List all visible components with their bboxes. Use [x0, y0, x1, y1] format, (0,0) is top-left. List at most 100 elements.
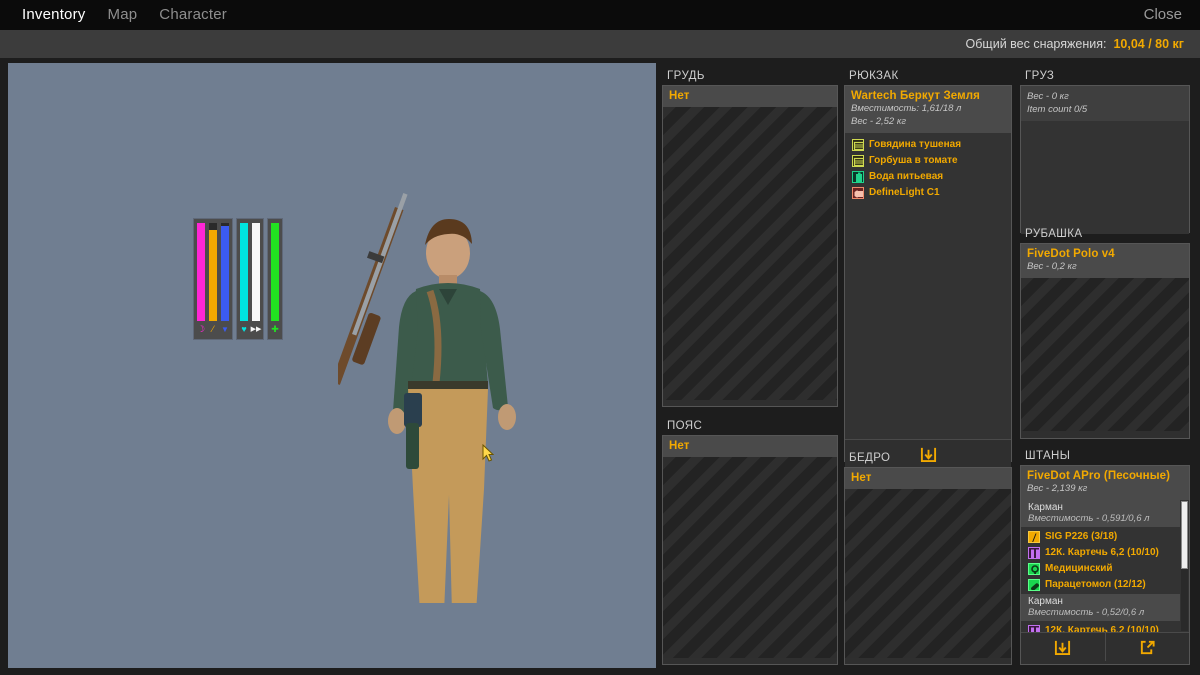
unequip-button[interactable]: [1104, 633, 1190, 661]
list-item-label: SIG P226 (3/18): [1045, 531, 1118, 542]
slot-thigh-box[interactable]: Нет: [844, 467, 1012, 665]
shotgun-shells-icon: [1028, 546, 1040, 559]
character-model: [338, 193, 516, 603]
pocket-name: Карман: [1028, 502, 1063, 513]
slot-belt-hatch[interactable]: [663, 457, 837, 658]
slot-belt-title: ПОЯС: [667, 420, 703, 432]
list-item[interactable]: SIG P226 (3/18): [1021, 529, 1180, 545]
slot-shirt-title: РУБАШКА: [1025, 228, 1083, 240]
slot-backpack: РЮКЗАК Wartech Беркут Земля Вместимость:…: [844, 68, 1012, 468]
slot-cargo: ГРУЗ Вес - 0 кг Item count 0/5: [1020, 68, 1190, 234]
tab-character[interactable]: Character: [159, 0, 227, 30]
slot-pants-header[interactable]: FiveDot APro (Песочные) Вес - 2,139 кг: [1021, 466, 1189, 500]
slot-chest-title: ГРУДЬ: [667, 70, 705, 82]
pocket-items-list[interactable]: 12К. Картечь 6,2 (10/10) Эластичный бинт: [1021, 621, 1180, 632]
pants-scrollbar-thumb[interactable]: [1181, 501, 1188, 569]
slot-thigh-title: БЕДРО: [849, 452, 891, 464]
needs-group: ☽ ⁄ ▼: [193, 218, 233, 340]
total-weight-bar: Общий вес снаряжения: 10,04 / 80 кг: [0, 30, 1200, 58]
pills-icon: [1028, 578, 1040, 591]
backpack-weight: Вес - 2,52 кг: [851, 116, 907, 127]
food-icon: ⁄: [212, 324, 214, 334]
list-item-label: Горбуша в томате: [869, 155, 958, 166]
pocket-header: Карман Вместимость - 0,52/0,6 л: [1021, 594, 1180, 621]
shirt-weight: Вес - 0,2 кг: [1027, 261, 1077, 272]
vitals-group: ♥ ▶▶: [236, 218, 264, 340]
slot-cargo-header: Вес - 0 кг Item count 0/5: [1021, 86, 1189, 121]
slot-thigh-hatch[interactable]: [845, 489, 1011, 658]
canned-fish-icon: [852, 154, 864, 167]
pocket-name: Карман: [1028, 596, 1063, 607]
inventory-screen: Inventory Map Character Close Общий вес …: [0, 0, 1200, 675]
list-item-label: 12К. Картечь 6,2 (10/10): [1045, 625, 1159, 632]
list-item[interactable]: Парацетомол (12/12): [1021, 577, 1180, 593]
pocket-capacity: Вместимость - 0,52/0,6 л: [1028, 607, 1145, 618]
total-weight-label: Общий вес снаряжения:: [965, 37, 1107, 51]
food-bar: ⁄: [209, 223, 217, 335]
pocket-capacity: Вместимость - 0,591/0,6 л: [1028, 513, 1150, 524]
list-item[interactable]: Горбуша в томате: [845, 153, 1011, 169]
slot-shirt-header[interactable]: FiveDot Polo v4 Вес - 0,2 кг: [1021, 244, 1189, 278]
sleep-bar: ☽: [197, 223, 205, 335]
slot-belt-header: Нет: [663, 436, 837, 457]
slot-chest: ГРУДЬ Нет: [662, 68, 838, 407]
slot-chest-header: Нет: [663, 86, 837, 107]
slot-shirt-hatch[interactable]: [1021, 278, 1189, 431]
list-item-label: Вода питьевая: [869, 171, 944, 182]
water-bar: ▼: [221, 223, 229, 335]
condition-group: ✚: [267, 218, 283, 340]
pants-pockets-scroll[interactable]: Карман Вместимость - 0,591/0,6 л SIG P22…: [1021, 500, 1189, 632]
slot-shirt-box[interactable]: FiveDot Polo v4 Вес - 0,2 кг: [1020, 243, 1190, 439]
tab-map[interactable]: Map: [108, 0, 138, 30]
list-item[interactable]: Медицинский: [1021, 561, 1180, 577]
list-item[interactable]: 12К. Картечь 6,2 (10/10): [1021, 623, 1180, 632]
slot-pants: ШТАНЫ FiveDot APro (Песочные) Вес - 2,13…: [1020, 448, 1190, 665]
backpack-item-name: Wartech Беркут Земля: [851, 90, 980, 102]
slot-belt-box[interactable]: Нет: [662, 435, 838, 665]
slot-cargo-box[interactable]: Вес - 0 кг Item count 0/5: [1020, 85, 1190, 234]
moon-icon: ☽: [196, 324, 206, 334]
slot-chest-empty-label: Нет: [669, 90, 690, 102]
backpack-contents-list[interactable]: Говядина тушеная Горбуша в томате Вода п…: [845, 133, 1011, 439]
energy-bar: ✚: [271, 223, 279, 335]
total-weight-value: 10,04 / 80 кг: [1113, 37, 1184, 51]
drop-button[interactable]: [1021, 633, 1105, 661]
list-item-label: 12К. Картечь 6,2 (10/10): [1045, 547, 1159, 558]
slot-chest-hatch[interactable]: [663, 107, 837, 400]
slot-thigh-empty-label: Нет: [851, 472, 872, 484]
slot-shirt: РУБАШКА FiveDot Polo v4 Вес - 0,2 кг: [1020, 226, 1190, 439]
pants-scrollbar-track[interactable]: [1181, 501, 1188, 631]
mouse-cursor-arrow: [482, 444, 494, 462]
slot-backpack-header[interactable]: Wartech Беркут Земля Вместимость: 1,61/1…: [845, 86, 1011, 133]
pocket-header: Карман Вместимость - 0,591/0,6 л: [1021, 500, 1180, 527]
slot-pants-box[interactable]: FiveDot APro (Песочные) Вес - 2,139 кг К…: [1020, 465, 1190, 665]
medkit-icon: [1028, 562, 1040, 575]
water-bottle-icon: [852, 170, 864, 183]
stamina-icon: ▶▶: [250, 326, 262, 333]
pants-weight: Вес - 2,139 кг: [1027, 483, 1088, 494]
slot-chest-box[interactable]: Нет: [662, 85, 838, 407]
cargo-weight: Вес - 0 кг: [1027, 91, 1069, 102]
tab-inventory[interactable]: Inventory: [22, 0, 86, 30]
plus-icon: ✚: [271, 324, 279, 334]
list-item[interactable]: Вода питьевая: [845, 169, 1011, 185]
box-arrow-down-icon: [1055, 640, 1071, 655]
cargo-item-count: Item count 0/5: [1027, 104, 1088, 115]
status-bars-widget: ☽ ⁄ ▼ ♥ ▶▶ ✚: [193, 218, 288, 340]
slot-pants-title: ШТАНЫ: [1025, 450, 1071, 462]
slot-belt-empty-label: Нет: [669, 440, 690, 452]
slot-backpack-box[interactable]: Wartech Беркут Земля Вместимость: 1,61/1…: [844, 85, 1012, 468]
pants-button-row: [1021, 632, 1189, 661]
pistol-mag-icon: [1028, 530, 1040, 543]
list-item[interactable]: Говядина тушеная: [845, 137, 1011, 153]
close-button[interactable]: Close: [1144, 0, 1182, 30]
cargo-empty-area[interactable]: [1021, 121, 1189, 234]
list-item[interactable]: DefineLight C1: [845, 185, 1011, 201]
pocket-items-list[interactable]: SIG P226 (3/18) 12К. Картечь 6,2 (10/10): [1021, 527, 1180, 594]
menu-tabs: Inventory Map Character: [0, 0, 227, 30]
list-item[interactable]: 12К. Картечь 6,2 (10/10): [1021, 545, 1180, 561]
slot-cargo-title: ГРУЗ: [1025, 70, 1055, 82]
character-viewport[interactable]: ☽ ⁄ ▼ ♥ ▶▶ ✚: [8, 63, 656, 668]
slot-backpack-title: РЮКЗАК: [849, 70, 899, 82]
pants-item-name: FiveDot APro (Песочные): [1027, 470, 1171, 482]
